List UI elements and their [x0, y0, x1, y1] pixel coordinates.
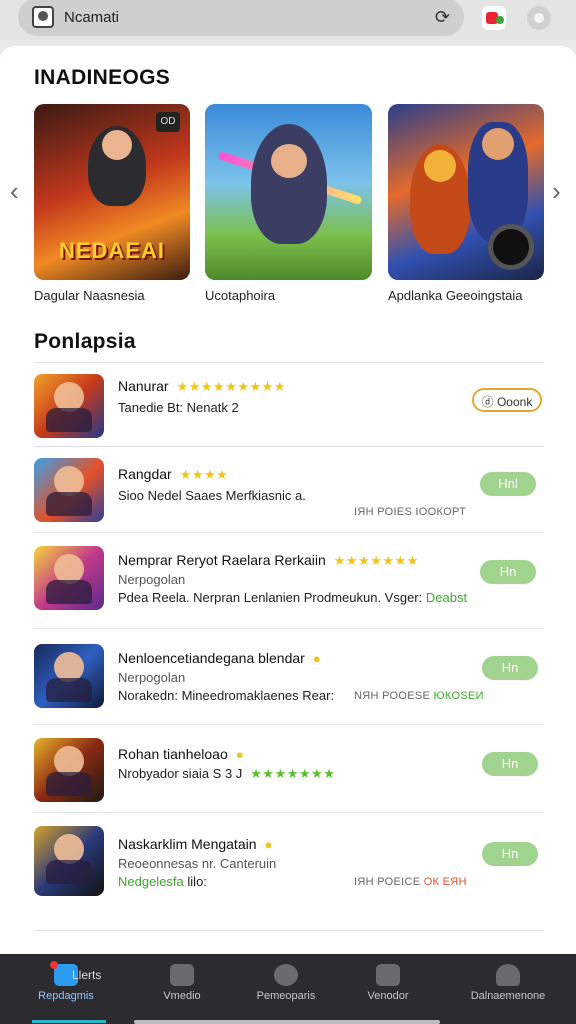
- gamepad-icon: [274, 964, 298, 986]
- nav-tab-games[interactable]: Pemeoparis: [232, 954, 340, 1024]
- install-button[interactable]: ⓓ Ooonk: [472, 388, 542, 412]
- game-title: Naskarklim Mengatain: [118, 836, 257, 852]
- rating-stars: ★★★★: [179, 467, 229, 482]
- divider: [34, 812, 544, 813]
- game-category: Reoeonnesas nr. Canteruin: [118, 856, 277, 871]
- divider: [34, 532, 544, 533]
- carousel-next-icon[interactable]: ›: [552, 176, 561, 207]
- game-thumbnail: [34, 458, 104, 522]
- featured-card-3[interactable]: [388, 104, 544, 280]
- nav-tab-video[interactable]: Vmedio: [128, 954, 236, 1024]
- rating-stars: ★★★★★★★: [250, 766, 336, 781]
- game-category: Nerpogolan: [118, 670, 186, 685]
- game-logo-text: NEDAEAI: [58, 238, 165, 263]
- popular-section-title: Ponlapsia: [34, 330, 136, 353]
- game-title: Rangdar: [118, 466, 172, 482]
- featured-label-1[interactable]: Dagular Naasnesia: [34, 288, 145, 303]
- active-tab-indicator: [32, 1020, 106, 1023]
- game-title: Nenloencetiandegana blendar: [118, 650, 305, 666]
- video-icon: [170, 964, 194, 986]
- badge-icon: ●: [264, 837, 273, 852]
- game-thumbnail: [34, 546, 104, 610]
- game-subtitle: Norakedn: Mineedromaklaenes Rear:: [118, 688, 335, 703]
- get-button[interactable]: Hn: [482, 752, 538, 776]
- game-title: Nanurar: [118, 378, 169, 394]
- badge-icon: ●: [235, 747, 245, 762]
- get-button[interactable]: Hn: [482, 842, 538, 866]
- nav-tab-vendor[interactable]: Venodor: [334, 954, 442, 1024]
- content-card: INADINEOGS ‹ › OD NEDAEAI Dagular Naasne…: [0, 46, 576, 956]
- featured-card-1[interactable]: OD NEDAEAI: [34, 104, 190, 280]
- hero-artwork: [88, 126, 146, 206]
- nav-tab-home[interactable]: Llerts Repdagmis: [12, 954, 120, 1024]
- carousel-prev-icon[interactable]: ‹: [10, 176, 19, 207]
- game-tag: Deabst: [425, 590, 468, 605]
- game-subtitle: Nrobyador siaia S 3 J: [118, 766, 243, 781]
- nav-label: Pemeoparis: [256, 990, 316, 1002]
- game-thumbnail: [34, 738, 104, 802]
- star-icon: [376, 964, 400, 986]
- home-indicator: [134, 1020, 440, 1024]
- user-icon: [496, 964, 520, 986]
- top-bar: Ncamati ⟳: [0, 0, 576, 40]
- featured-label-2[interactable]: Ucotaphoira: [205, 288, 275, 303]
- game-meta: ІЯН РОІЕЅ ІООКОРТ: [354, 506, 467, 518]
- game-category: Nerpogolan: [118, 572, 186, 587]
- nav-label: Repdagmis: [38, 990, 94, 1002]
- vehicle-artwork: [488, 224, 534, 270]
- game-thumbnail: [34, 374, 104, 438]
- profile-icon[interactable]: [32, 6, 54, 28]
- nav-label: Dalnaemenone: [470, 990, 546, 1002]
- nav-badge-label: Llerts: [72, 968, 102, 982]
- game-title: Nemprar Reryot Raelara Rerkaiin: [118, 552, 326, 568]
- divider: [34, 930, 544, 931]
- game-tag: Nedgelesfa: [118, 874, 184, 889]
- divider: [34, 362, 544, 363]
- divider: [34, 446, 544, 447]
- game-meta: ІЯН РОЕІСЕ: [354, 876, 421, 888]
- settings-icon[interactable]: [527, 6, 551, 30]
- game-thumbnail: [34, 644, 104, 708]
- game-subtitle: Pdea Reela. Nerpran Lenlanien Prodmeukun…: [118, 590, 423, 605]
- game-subtitle: Tanedie Bt: Nenatk 2: [118, 400, 239, 415]
- badge-icon: ●: [312, 651, 322, 666]
- featured-label-3[interactable]: Apdlanka Geeoingstaia: [388, 288, 522, 303]
- rating-stars: ★★★★★★★★★: [176, 379, 286, 394]
- bottom-nav: Llerts Repdagmis Vmedio Pemeoparis Venod…: [0, 954, 576, 1024]
- rating-stars: ★★★★★★★: [333, 553, 419, 568]
- game-meta: NЯН РООЕЅЕ: [354, 690, 431, 702]
- get-button[interactable]: Hnl: [480, 472, 536, 496]
- hero-artwork: [468, 122, 528, 242]
- get-button[interactable]: Hn: [482, 656, 538, 680]
- get-button[interactable]: Hn: [480, 560, 536, 584]
- game-meta-highlight: ОК ЕЯН: [423, 876, 467, 888]
- game-thumbnail: [34, 826, 104, 896]
- game-meta-highlight: ЮКОЅЕИ: [433, 690, 484, 702]
- divider: [34, 724, 544, 725]
- divider: [34, 628, 544, 629]
- featured-section-title: INADINEOGS: [34, 66, 171, 89]
- badge-tag: OD: [156, 112, 180, 132]
- nav-label: Venodor: [367, 990, 409, 1002]
- search-input[interactable]: Ncamati: [64, 9, 435, 26]
- hero-artwork: [251, 124, 327, 244]
- featured-card-2[interactable]: [205, 104, 372, 280]
- refresh-icon[interactable]: ⟳: [435, 7, 450, 28]
- game-subtitle: lilo:: [187, 874, 207, 889]
- game-subtitle: Sioo Nedel Saaes Merfkiasnic a.: [118, 488, 306, 503]
- game-title: Rohan tianheloao: [118, 746, 228, 762]
- nav-label: Vmedio: [163, 990, 201, 1002]
- hero-artwork: [410, 144, 470, 254]
- search-bar[interactable]: Ncamati ⟳: [18, 0, 464, 36]
- store-icon[interactable]: [482, 6, 506, 30]
- nav-tab-profile[interactable]: Dalnaemenone: [454, 954, 562, 1024]
